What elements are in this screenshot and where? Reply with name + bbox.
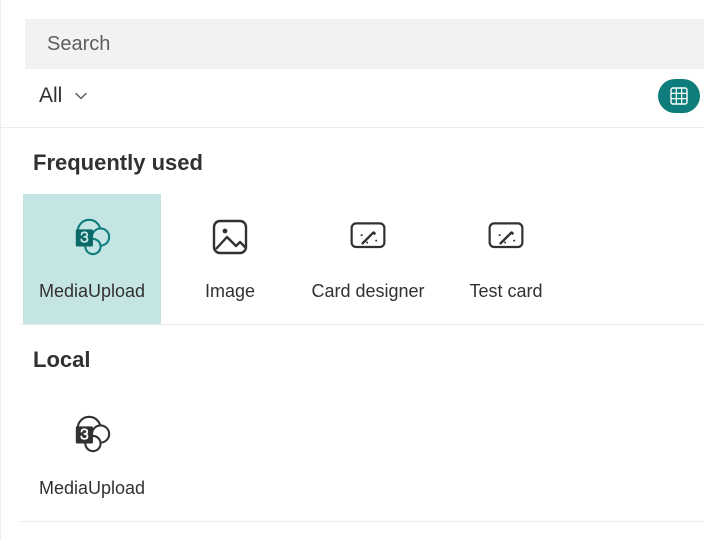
image-icon xyxy=(210,217,250,257)
webpart-picker-panel: All Frequently used xyxy=(0,0,704,540)
tile-label: MediaUpload xyxy=(39,281,145,302)
tile-mediaupload-local[interactable]: MediaUpload xyxy=(23,391,161,521)
tile-image[interactable]: Image xyxy=(161,194,299,324)
section-local: Local MediaUpload xyxy=(1,325,704,521)
section-title-frequent: Frequently used xyxy=(23,144,704,194)
grid-icon xyxy=(670,87,688,105)
tile-test-card[interactable]: Test card xyxy=(437,194,575,324)
chevron-down-icon xyxy=(74,89,88,103)
tile-card-designer[interactable]: Card designer xyxy=(299,194,437,324)
tile-mediaupload[interactable]: MediaUpload xyxy=(23,194,161,324)
section-divider xyxy=(19,521,704,522)
section-title-local: Local xyxy=(23,341,704,391)
filter-row: All xyxy=(1,69,704,128)
tile-label: Image xyxy=(205,281,255,302)
section-frequently-used: Frequently used MediaUpload xyxy=(1,128,704,324)
sharepoint-media-icon xyxy=(72,414,112,454)
category-filter-label: All xyxy=(39,84,62,108)
tile-label: Card designer xyxy=(311,281,424,302)
tile-label: Test card xyxy=(469,281,542,302)
category-filter-dropdown[interactable]: All xyxy=(31,80,96,112)
sharepoint-media-icon xyxy=(72,217,112,257)
frequent-tiles: MediaUpload Image xyxy=(23,194,704,324)
card-designer-icon xyxy=(486,217,526,257)
grid-view-toggle[interactable] xyxy=(658,79,700,113)
tile-label: MediaUpload xyxy=(39,478,145,499)
local-tiles: MediaUpload xyxy=(23,391,704,521)
card-designer-icon xyxy=(348,217,388,257)
search-input[interactable] xyxy=(25,19,704,69)
search-container xyxy=(1,0,704,69)
